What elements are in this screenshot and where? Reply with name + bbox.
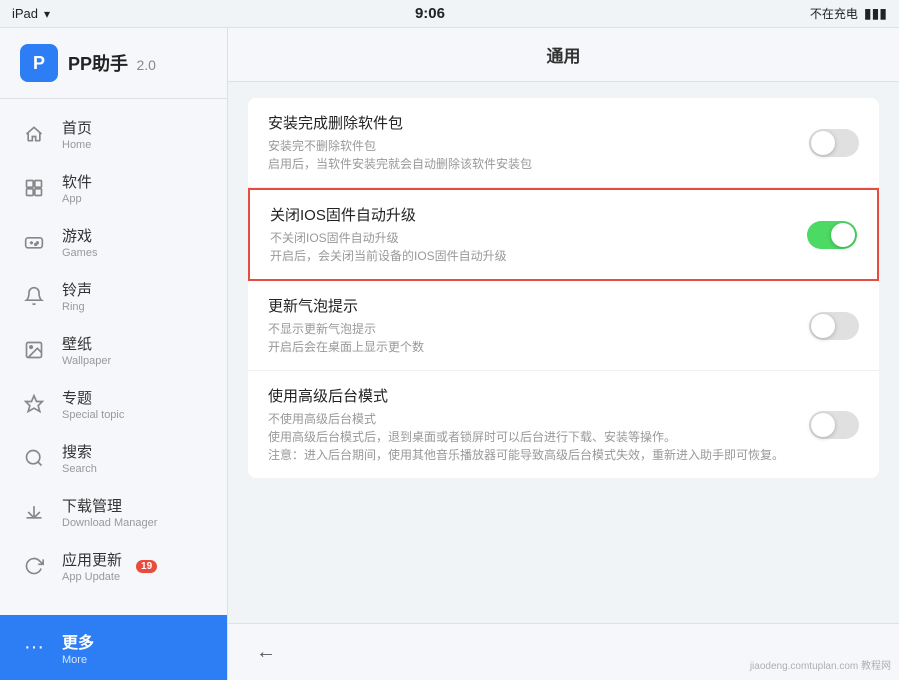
icon-search: [20, 444, 48, 472]
icon-update: [20, 552, 48, 580]
label-en-search: Search: [62, 463, 97, 475]
setting-item-advanced-background: 使用高级后台模式 不使用高级后台模式 使用高级后台模式后，退到桌面或者锁屏时可以…: [248, 371, 879, 478]
sidebar-item-more[interactable]: ··· 更多 More: [0, 615, 227, 680]
label-wallpaper: 壁纸 Wallpaper: [62, 333, 111, 367]
toggle-advanced-background[interactable]: [809, 411, 859, 439]
sidebar-item-app[interactable]: 软件 App: [0, 161, 227, 215]
label-en-home: Home: [62, 139, 92, 151]
sidebar: P PP助手 2.0 首页 Home 软件 App 游戏 Games: [0, 28, 228, 680]
icon-games: [20, 228, 48, 256]
sidebar-item-ring[interactable]: 铃声 Ring: [0, 269, 227, 323]
label-app: 软件 App: [62, 171, 92, 205]
sidebar-item-special[interactable]: 专题 Special topic: [0, 377, 227, 431]
label-cn-download: 下载管理: [62, 495, 157, 516]
icon-ring: [20, 282, 48, 310]
sidebar-item-update[interactable]: 应用更新 App Update 19: [0, 539, 227, 593]
sidebar-item-home[interactable]: 首页 Home: [0, 107, 227, 161]
setting-item-update-bubble: 更新气泡提示 不显示更新气泡提示 开启后会在桌面上显示更个数: [248, 281, 879, 371]
content-footer: ←: [228, 623, 899, 680]
content-header: 通用: [228, 28, 899, 82]
label-home: 首页 Home: [62, 117, 92, 151]
label-cn-update: 应用更新: [62, 549, 122, 570]
icon-home: [20, 120, 48, 148]
setting-item-disable-ios-update: 关闭IOS固件自动升级 不关闭IOS固件自动升级 开启后，会关闭当前设备的IOS…: [248, 188, 879, 281]
app-header: P PP助手 2.0: [0, 28, 227, 99]
content-title: 通用: [547, 47, 581, 66]
sidebar-item-search[interactable]: 搜索 Search: [0, 431, 227, 485]
label-games: 游戏 Games: [62, 225, 97, 259]
label-cn-app: 软件: [62, 171, 92, 192]
ipad-label: iPad: [12, 6, 38, 21]
label-en-wallpaper: Wallpaper: [62, 355, 111, 367]
label-en-app: App: [62, 193, 92, 205]
label-cn-special: 专题: [62, 387, 124, 408]
setting-desc-disable-ios-update: 不关闭IOS固件自动升级 开启后，会关闭当前设备的IOS固件自动升级: [270, 229, 807, 265]
setting-title-update-bubble: 更新气泡提示: [268, 295, 809, 316]
sidebar-nav: 首页 Home 软件 App 游戏 Games 铃声 Ring 壁纸 Wallp…: [0, 99, 227, 615]
label-cn-home: 首页: [62, 117, 92, 138]
toggle-knob-delete-after-install: [811, 131, 835, 155]
sidebar-item-games[interactable]: 游戏 Games: [0, 215, 227, 269]
setting-desc-advanced-background: 不使用高级后台模式 使用高级后台模式后，退到桌面或者锁屏时可以后台进行下载、安装…: [268, 410, 809, 464]
setting-text-update-bubble: 更新气泡提示 不显示更新气泡提示 开启后会在桌面上显示更个数: [268, 295, 809, 356]
toggle-disable-ios-update[interactable]: [807, 221, 857, 249]
content-area: 通用 安装完成删除软件包 安装完不删除软件包 启用后，当软件安装完就会自动删除该…: [228, 28, 899, 680]
app-name: PP助手: [68, 54, 128, 74]
sidebar-item-download[interactable]: 下载管理 Download Manager: [0, 485, 227, 539]
label-cn-ring: 铃声: [62, 279, 92, 300]
back-button[interactable]: ←: [248, 634, 284, 670]
label-cn-wallpaper: 壁纸: [62, 333, 111, 354]
label-cn-games: 游戏: [62, 225, 97, 246]
label-update: 应用更新 App Update: [62, 549, 122, 583]
icon-wallpaper: [20, 336, 48, 364]
more-label-wrap: 更多 More: [62, 629, 94, 666]
more-label-cn: 更多: [62, 629, 94, 653]
status-left: iPad ▾: [12, 6, 50, 21]
status-time: 9:06: [415, 5, 445, 22]
badge-update: 19: [136, 560, 157, 573]
setting-title-advanced-background: 使用高级后台模式: [268, 385, 809, 406]
label-en-ring: Ring: [62, 301, 92, 313]
toggle-knob-disable-ios-update: [831, 223, 855, 247]
icon-special: [20, 390, 48, 418]
settings-list: 安装完成删除软件包 安装完不删除软件包 启用后，当软件安装完就会自动删除该软件安…: [228, 82, 899, 623]
app-version: 2.0: [136, 57, 155, 73]
setting-desc-update-bubble: 不显示更新气泡提示 开启后会在桌面上显示更个数: [268, 320, 809, 356]
icon-download: [20, 498, 48, 526]
label-cn-search: 搜索: [62, 441, 97, 462]
settings-section: 安装完成删除软件包 安装完不删除软件包 启用后，当软件安装完就会自动删除该软件安…: [248, 98, 879, 478]
toggle-knob-update-bubble: [811, 314, 835, 338]
status-right: 不在充电 ▮▮▮: [810, 5, 887, 22]
more-icon: ···: [20, 634, 48, 662]
toggle-update-bubble[interactable]: [809, 312, 859, 340]
label-en-download: Download Manager: [62, 517, 157, 529]
charging-label: 不在充电: [810, 5, 858, 22]
icon-app: [20, 174, 48, 202]
label-en-games: Games: [62, 247, 97, 259]
sidebar-item-wallpaper[interactable]: 壁纸 Wallpaper: [0, 323, 227, 377]
toggle-delete-after-install[interactable]: [809, 129, 859, 157]
app-logo: P: [20, 44, 58, 82]
app-name-wrap: PP助手 2.0: [68, 50, 156, 76]
label-ring: 铃声 Ring: [62, 279, 92, 313]
more-label-en: More: [62, 654, 94, 666]
toggle-knob-advanced-background: [811, 413, 835, 437]
setting-text-advanced-background: 使用高级后台模式 不使用高级后台模式 使用高级后台模式后，退到桌面或者锁屏时可以…: [268, 385, 809, 464]
setting-item-delete-after-install: 安装完成删除软件包 安装完不删除软件包 启用后，当软件安装完就会自动删除该软件安…: [248, 98, 879, 188]
label-en-update: App Update: [62, 571, 122, 583]
label-search: 搜索 Search: [62, 441, 97, 475]
label-en-special: Special topic: [62, 409, 124, 421]
setting-desc-delete-after-install: 安装完不删除软件包 启用后，当软件安装完就会自动删除该软件安装包: [268, 137, 809, 173]
label-special: 专题 Special topic: [62, 387, 124, 421]
label-download: 下载管理 Download Manager: [62, 495, 157, 529]
battery-icon: ▮▮▮: [864, 5, 887, 22]
status-bar: iPad ▾ 9:06 不在充电 ▮▮▮: [0, 0, 899, 28]
wifi-icon: ▾: [44, 7, 50, 21]
setting-text-delete-after-install: 安装完成删除软件包 安装完不删除软件包 启用后，当软件安装完就会自动删除该软件安…: [268, 112, 809, 173]
main-layout: P PP助手 2.0 首页 Home 软件 App 游戏 Games: [0, 28, 899, 680]
setting-text-disable-ios-update: 关闭IOS固件自动升级 不关闭IOS固件自动升级 开启后，会关闭当前设备的IOS…: [270, 204, 807, 265]
setting-title-disable-ios-update: 关闭IOS固件自动升级: [270, 204, 807, 225]
setting-title-delete-after-install: 安装完成删除软件包: [268, 112, 809, 133]
